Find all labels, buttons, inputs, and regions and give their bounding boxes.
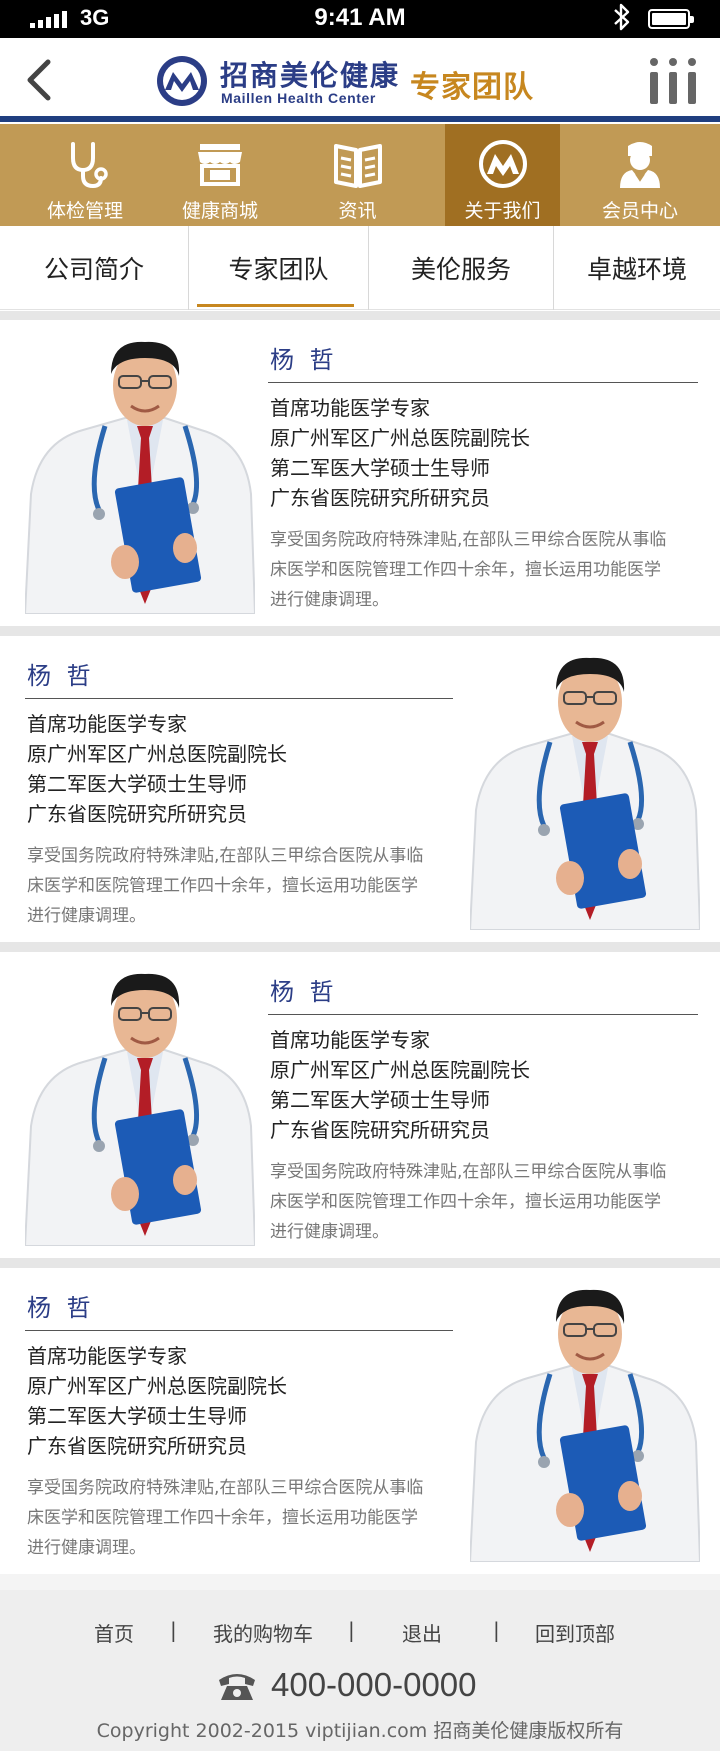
section-divider	[0, 942, 720, 952]
doctor-description: 享受国务院政府特殊津贴,在部队三甲综合医院从事临 床医学和医院管理工作四十余年，…	[27, 1478, 424, 1558]
brand-name-en: Maillen Health Center	[221, 90, 376, 106]
doctor-card[interactable]: 杨 哲 首席功能医学专家 原广州军区广州总医院副院长 第二军医大学硕士生导师 广…	[0, 636, 720, 942]
footer-link-cart[interactable]: 我的购物车	[213, 1618, 313, 1647]
section-divider	[0, 1574, 720, 1590]
book-icon	[333, 144, 382, 188]
hotline[interactable]: 400-000-0000	[215, 1666, 477, 1704]
name-divider	[268, 1014, 698, 1015]
status-bar: 3G 9:41 AM	[0, 0, 720, 38]
section-divider	[0, 626, 720, 636]
brand-logo-icon[interactable]	[155, 54, 209, 108]
nav-item-store[interactable]: 健康商城	[170, 124, 270, 226]
footer-separator: |	[348, 1618, 355, 1642]
battery-icon	[648, 9, 694, 29]
doctor-description: 享受国务院政府特殊津贴,在部队三甲综合医院从事临 床医学和医院管理工作四十余年，…	[27, 846, 424, 926]
stethoscope-icon	[71, 142, 108, 189]
brand-name-cn: 招商美伦健康	[220, 59, 401, 92]
doctor-titles: 首席功能医学专家 原广州军区广州总医院副院长 第二军医大学硕士生导师 广东省医院…	[270, 1028, 530, 1142]
doctor-titles: 首席功能医学专家 原广州军区广州总医院副院长 第二军医大学硕士生导师 广东省医院…	[27, 1344, 287, 1458]
doctor-card[interactable]: 杨 哲 首席功能医学专家 原广州军区广州总医院副院长 第二军医大学硕士生导师 广…	[0, 1268, 720, 1574]
doctor-photo	[25, 341, 255, 614]
doctor-name: 杨 哲	[27, 662, 95, 690]
footer-separator: |	[493, 1618, 500, 1642]
main-nav: 体检管理 健康商城 资讯 关于我们 会员中心	[0, 124, 720, 226]
nav-item-member[interactable]: 会员中心	[560, 124, 720, 226]
doctor-card[interactable]: 杨 哲 首席功能医学专家 原广州军区广州总医院副院长 第二军医大学硕士生导师 广…	[0, 952, 720, 1258]
header-divider	[0, 116, 720, 122]
sub-nav-tabs: 公司简介 专家团队 美伦服务 卓越环境	[0, 226, 720, 310]
footer-link-back-to-top[interactable]: 回到顶部	[535, 1618, 615, 1647]
doctor-titles: 首席功能医学专家 原广州军区广州总医院副院长 第二军医大学硕士生导师 广东省医院…	[270, 396, 530, 510]
tab-company-intro[interactable]: 公司简介	[0, 226, 188, 310]
footer-link-home[interactable]: 首页	[94, 1618, 134, 1647]
doctor-name: 杨 哲	[270, 978, 338, 1006]
phone-number: 400-000-0000	[271, 1666, 477, 1703]
footer: 首页 | 我的购物车 | 退出 | 回到顶部 400-000-0000 Copy…	[0, 1590, 720, 1751]
tab-expert-team[interactable]: 专家团队	[188, 226, 368, 310]
nav-label: 关于我们	[464, 200, 541, 222]
doctor-description: 享受国务院政府特殊津贴,在部队三甲综合医院从事临 床医学和医院管理工作四十余年，…	[270, 1162, 667, 1242]
tab-meilun-service[interactable]: 美伦服务	[368, 226, 553, 310]
doctor-photo	[470, 1289, 700, 1562]
doctor-titles: 首席功能医学专家 原广州军区广州总医院副院长 第二军医大学硕士生导师 广东省医院…	[27, 712, 287, 826]
bluetooth-icon	[614, 3, 630, 31]
telephone-icon	[219, 1674, 255, 1700]
store-icon	[198, 144, 242, 186]
doctor-name: 杨 哲	[27, 1294, 95, 1322]
section-divider	[0, 311, 720, 320]
nav-label: 会员中心	[601, 200, 678, 222]
tab-environment[interactable]: 卓越环境	[553, 226, 720, 310]
name-divider	[25, 1330, 453, 1331]
name-divider	[25, 698, 453, 699]
footer-links: 首页 | 我的购物车 | 退出 | 回到顶部	[0, 1618, 720, 1652]
doctor-photo	[470, 657, 700, 930]
nav-label: 健康商城	[181, 200, 258, 222]
name-divider	[268, 382, 698, 383]
menu-icon[interactable]	[650, 58, 696, 106]
section-divider	[0, 1258, 720, 1268]
doctor-description: 享受国务院政府特殊津贴,在部队三甲综合医院从事临 床医学和医院管理工作四十余年，…	[270, 530, 667, 610]
doctor-photo	[25, 973, 255, 1246]
nav-item-checkup[interactable]: 体检管理	[0, 124, 170, 226]
app-header: 招商美伦健康 Maillen Health Center 专家团队	[0, 38, 720, 118]
nav-label: 资讯	[338, 200, 377, 222]
footer-separator: |	[170, 1618, 177, 1642]
nav-label: 体检管理	[46, 200, 123, 222]
back-arrow-icon[interactable]	[20, 56, 60, 104]
footer-link-logout[interactable]: 退出	[402, 1618, 442, 1647]
nav-item-about[interactable]: 关于我们	[445, 124, 560, 226]
doctor-avatar-icon	[620, 142, 660, 188]
doctor-name: 杨 哲	[270, 346, 338, 374]
copyright-text: Copyright 2002-2015 viptijian.com 招商美伦健康…	[96, 1720, 624, 1742]
page-title: 专家团队	[410, 70, 534, 105]
brand-logo-icon	[478, 140, 527, 188]
nav-item-news[interactable]: 资讯	[270, 124, 445, 226]
doctor-card[interactable]: 杨 哲 首席功能医学专家 原广州军区广州总医院副院长 第二军医大学硕士生导师 广…	[0, 320, 720, 626]
